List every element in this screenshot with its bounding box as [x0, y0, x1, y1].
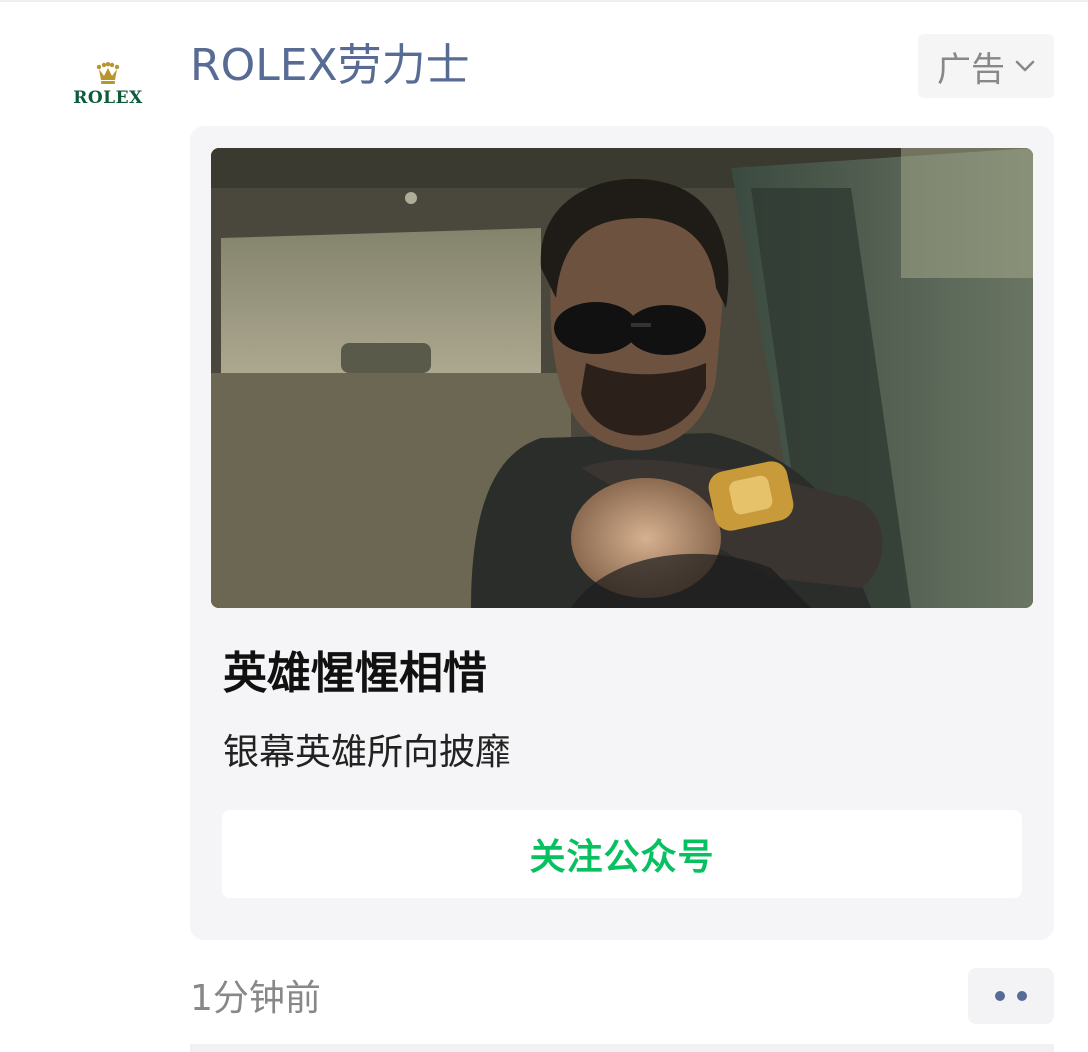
- card-title: 英雄惺惺相惜: [223, 648, 487, 699]
- ad-label-button[interactable]: 广告: [918, 34, 1054, 98]
- timestamp: 1分钟前: [190, 978, 321, 1019]
- chevron-down-icon: [1015, 60, 1035, 72]
- divider: [0, 0, 1088, 2]
- avatar[interactable]: ROLEX: [62, 62, 154, 118]
- follow-account-button[interactable]: 关注公众号: [222, 810, 1022, 898]
- logo-text: ROLEX: [73, 88, 143, 108]
- ad-card[interactable]: 英雄惺惺相惜 银幕英雄所向披靡 关注公众号: [190, 126, 1054, 940]
- ad-image[interactable]: [211, 148, 1033, 608]
- more-button[interactable]: [968, 968, 1054, 1024]
- ad-image-illustration: [211, 148, 1033, 608]
- more-dots-icon: [995, 991, 1005, 1001]
- crown-icon: [96, 62, 120, 84]
- brand-name[interactable]: ROLEX劳力士: [190, 36, 470, 96]
- ad-label: 广告: [937, 49, 1005, 90]
- card-subtitle: 银幕英雄所向披靡: [223, 732, 512, 773]
- more-dots-icon: [1017, 991, 1027, 1001]
- next-item-edge: [190, 1044, 1054, 1052]
